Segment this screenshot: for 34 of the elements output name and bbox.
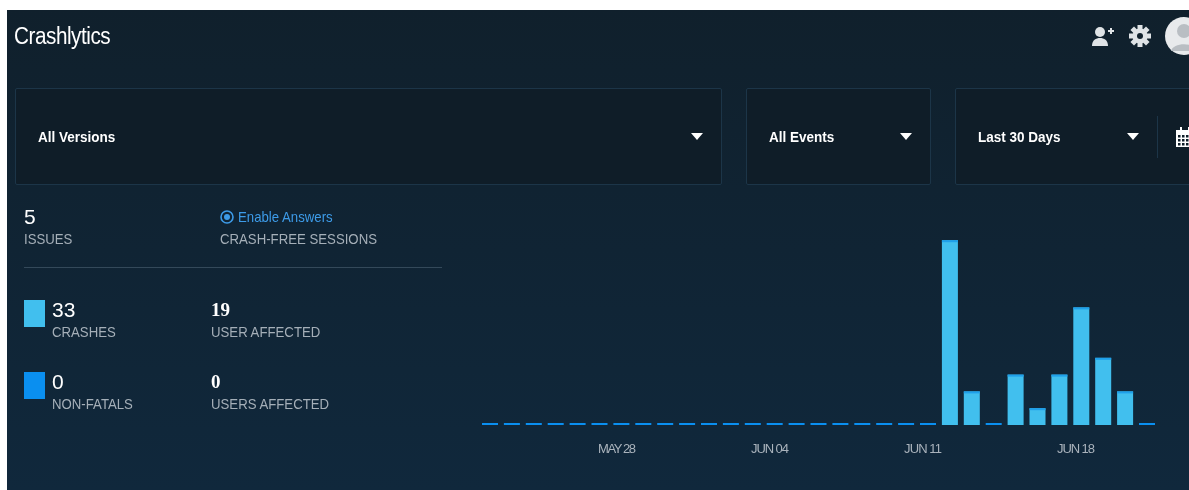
issues-label: ISSUES <box>24 229 74 249</box>
chart-bar <box>1051 374 1068 425</box>
axis-label: JUN 18 <box>1057 441 1095 456</box>
avatar-icon[interactable] <box>1165 17 1189 55</box>
filter-dropdown[interactable]: Last 30 Days <box>955 88 1189 185</box>
users-label: USER AFFECTED <box>211 322 322 342</box>
metric-value: 33 <box>52 298 77 322</box>
metric-label: NON-FATALS <box>52 394 134 414</box>
axis-label: JUN 11 <box>904 441 942 456</box>
users-value: 0 <box>211 370 222 394</box>
chart-bar <box>1029 408 1046 425</box>
settings-icon[interactable] <box>1129 25 1151 47</box>
radio-icon <box>220 210 234 224</box>
axis-label: MAY 28 <box>598 441 636 456</box>
enable-answers-link[interactable]: Enable Answers <box>238 205 333 229</box>
chart-bar <box>1095 357 1112 425</box>
chart-bar <box>1007 374 1024 425</box>
axis-label: JUN 04 <box>751 441 789 456</box>
issues-count: 5 <box>24 205 37 229</box>
app-title: Crashlytics <box>14 22 112 50</box>
caret-icon <box>691 133 703 140</box>
metric-label: CRASHES <box>52 322 117 342</box>
chart-bar <box>963 391 980 425</box>
chart-bar <box>1117 391 1134 425</box>
sessions-label: CRASH-FREE SESSIONS <box>220 229 378 249</box>
users-label: USERS AFFECTED <box>211 394 331 414</box>
caret-icon <box>1127 133 1139 140</box>
filter-dropdown[interactable]: All Versions <box>15 88 722 185</box>
filter-dropdown[interactable]: All Events <box>746 88 931 185</box>
metric-value: 0 <box>52 370 65 394</box>
caret-icon <box>900 133 912 140</box>
add-user-icon[interactable] <box>1091 25 1115 47</box>
users-value: 19 <box>211 298 231 322</box>
calendar-icon[interactable] <box>1176 126 1189 147</box>
